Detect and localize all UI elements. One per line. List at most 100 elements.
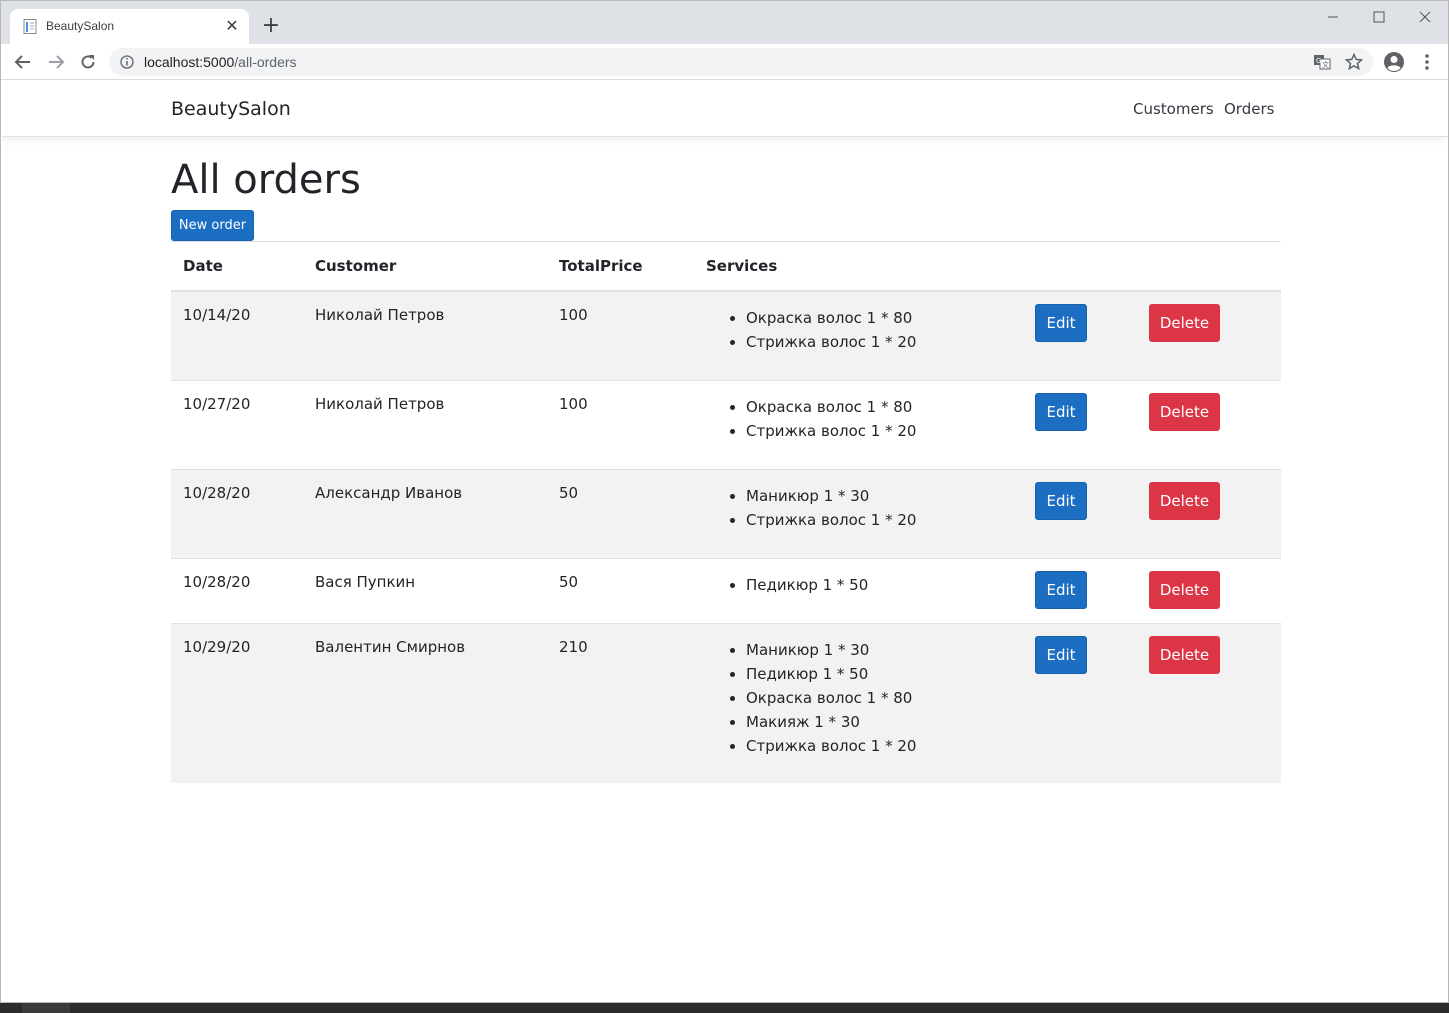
edit-button[interactable]: Edit	[1035, 304, 1087, 342]
cell-edit: Edit	[1023, 622, 1137, 783]
browser-toolbar: localhost:5000/all-orders G文	[1, 44, 1448, 80]
orders-table: Date Customer TotalPrice Services 10/14/…	[171, 241, 1281, 783]
browser-window: BeautySalon ✕ + localhost:5000/all-order…	[0, 0, 1449, 1003]
cell-delete: Delete	[1137, 622, 1281, 783]
nav-link-orders[interactable]: Orders	[1224, 100, 1274, 118]
cell-edit: Edit	[1023, 557, 1137, 623]
cell-total-price: 50	[547, 557, 694, 623]
cell-date: 10/28/20	[171, 557, 303, 623]
header-total-price: TotalPrice	[547, 241, 694, 292]
service-item: Педикюр 1 * 50	[746, 573, 1011, 597]
service-item: Стрижка волос 1 * 20	[746, 734, 1011, 758]
edit-button[interactable]: Edit	[1035, 570, 1087, 609]
maximize-icon[interactable]	[1369, 7, 1389, 27]
close-window-icon[interactable]	[1415, 7, 1435, 27]
close-tab-icon[interactable]: ✕	[223, 17, 241, 35]
url-host: localhost:5000	[144, 54, 235, 70]
cell-customer: Александр Иванов	[303, 468, 547, 558]
cell-total-price: 100	[547, 290, 694, 380]
cell-customer: Валентин Смирнов	[303, 622, 547, 783]
new-order-button[interactable]: New order	[171, 210, 254, 241]
url-path: /all-orders	[234, 54, 297, 70]
cell-services: Педикюр 1 * 50	[694, 557, 1023, 623]
cell-services: Окраска волос 1 * 80 Стрижка волос 1 * 2…	[694, 379, 1023, 469]
header-services: Services	[694, 241, 1023, 292]
cell-edit: Edit	[1023, 290, 1137, 380]
delete-button[interactable]: Delete	[1149, 481, 1220, 520]
cell-delete: Delete	[1137, 379, 1281, 469]
cell-customer: Вася Пупкин	[303, 557, 547, 623]
cell-date: 10/14/20	[171, 290, 303, 380]
menu-dots-icon[interactable]	[1416, 51, 1438, 73]
service-item: Окраска волос 1 * 80	[746, 306, 1011, 330]
cell-customer: Николай Петров	[303, 379, 547, 469]
service-item: Стрижка волос 1 * 20	[746, 419, 1011, 443]
reload-icon[interactable]	[78, 52, 98, 72]
page-icon	[23, 19, 37, 34]
table-row: 10/28/20 Александр Иванов 50 Маникюр 1 *…	[171, 468, 1281, 558]
star-icon[interactable]	[1345, 53, 1363, 71]
svg-text:文: 文	[1322, 60, 1329, 69]
edit-button[interactable]: Edit	[1035, 392, 1087, 431]
url-text: localhost:5000/all-orders	[144, 54, 297, 70]
new-tab-icon[interactable]: +	[260, 15, 282, 37]
delete-button[interactable]: Delete	[1149, 570, 1220, 609]
cell-total-price: 100	[547, 379, 694, 469]
cell-date: 10/29/20	[171, 622, 303, 783]
service-item: Стрижка волос 1 * 20	[746, 508, 1011, 532]
table-header-row: Date Customer TotalPrice Services	[171, 241, 1281, 292]
nav-link-customers[interactable]: Customers	[1133, 100, 1214, 118]
site-navbar: BeautySalon Customers Orders	[2, 80, 1448, 137]
service-item: Макияж 1 * 30	[746, 710, 1011, 734]
edit-button[interactable]: Edit	[1035, 635, 1087, 674]
cell-services: Маникюр 1 * 30 Педикюр 1 * 50 Окраска во…	[694, 622, 1023, 783]
header-edit-column	[1023, 241, 1137, 292]
forward-arrow-icon[interactable]	[46, 52, 66, 72]
services-list: Педикюр 1 * 50	[706, 573, 1011, 597]
service-item: Окраска волос 1 * 80	[746, 686, 1011, 710]
table-row: 10/14/20 Николай Петров 100 Окраска воло…	[171, 290, 1281, 380]
cell-date: 10/28/20	[171, 468, 303, 558]
browser-tab[interactable]: BeautySalon ✕	[10, 9, 249, 44]
service-item: Окраска волос 1 * 80	[746, 395, 1011, 419]
table-row: 10/29/20 Валентин Смирнов 210 Маникюр 1 …	[171, 622, 1281, 783]
cell-services: Маникюр 1 * 30 Стрижка волос 1 * 20	[694, 468, 1023, 558]
os-taskbar	[0, 1003, 1449, 1013]
cell-edit: Edit	[1023, 379, 1137, 469]
address-bar[interactable]: localhost:5000/all-orders G文	[109, 48, 1373, 76]
service-item: Маникюр 1 * 30	[746, 638, 1011, 662]
svg-text:G: G	[1316, 57, 1321, 65]
cell-services: Окраска волос 1 * 80 Стрижка волос 1 * 2…	[694, 290, 1023, 380]
account-icon[interactable]	[1383, 51, 1405, 73]
cell-delete: Delete	[1137, 290, 1281, 380]
service-item: Стрижка волос 1 * 20	[746, 330, 1011, 354]
header-customer: Customer	[303, 241, 547, 292]
service-item: Педикюр 1 * 50	[746, 662, 1011, 686]
header-date: Date	[171, 241, 303, 292]
cell-total-price: 210	[547, 622, 694, 783]
translate-icon[interactable]: G文	[1313, 53, 1331, 71]
delete-button[interactable]: Delete	[1149, 635, 1220, 674]
back-arrow-icon[interactable]	[13, 52, 33, 72]
cell-customer: Николай Петров	[303, 290, 547, 380]
page-viewport: BeautySalon Customers Orders All orders …	[2, 80, 1448, 1002]
taskbar-item[interactable]	[22, 1003, 70, 1013]
info-icon[interactable]	[120, 55, 134, 69]
delete-button[interactable]: Delete	[1149, 304, 1220, 342]
tab-title: BeautySalon	[46, 19, 115, 33]
services-list: Маникюр 1 * 30 Педикюр 1 * 50 Окраска во…	[706, 638, 1011, 758]
brand-link[interactable]: BeautySalon	[171, 98, 291, 120]
cell-date: 10/27/20	[171, 379, 303, 469]
cell-delete: Delete	[1137, 468, 1281, 558]
table-row: 10/27/20 Николай Петров 100 Окраска воло…	[171, 379, 1281, 469]
cell-total-price: 50	[547, 468, 694, 558]
services-list: Окраска волос 1 * 80 Стрижка волос 1 * 2…	[706, 306, 1011, 354]
table-row: 10/28/20 Вася Пупкин 50 Педикюр 1 * 50 E…	[171, 557, 1281, 623]
minimize-icon[interactable]	[1323, 7, 1343, 27]
edit-button[interactable]: Edit	[1035, 481, 1087, 520]
services-list: Маникюр 1 * 30 Стрижка волос 1 * 20	[706, 484, 1011, 532]
cell-edit: Edit	[1023, 468, 1137, 558]
tab-strip: BeautySalon ✕ +	[1, 1, 1448, 44]
services-list: Окраска волос 1 * 80 Стрижка волос 1 * 2…	[706, 395, 1011, 443]
delete-button[interactable]: Delete	[1149, 392, 1220, 431]
